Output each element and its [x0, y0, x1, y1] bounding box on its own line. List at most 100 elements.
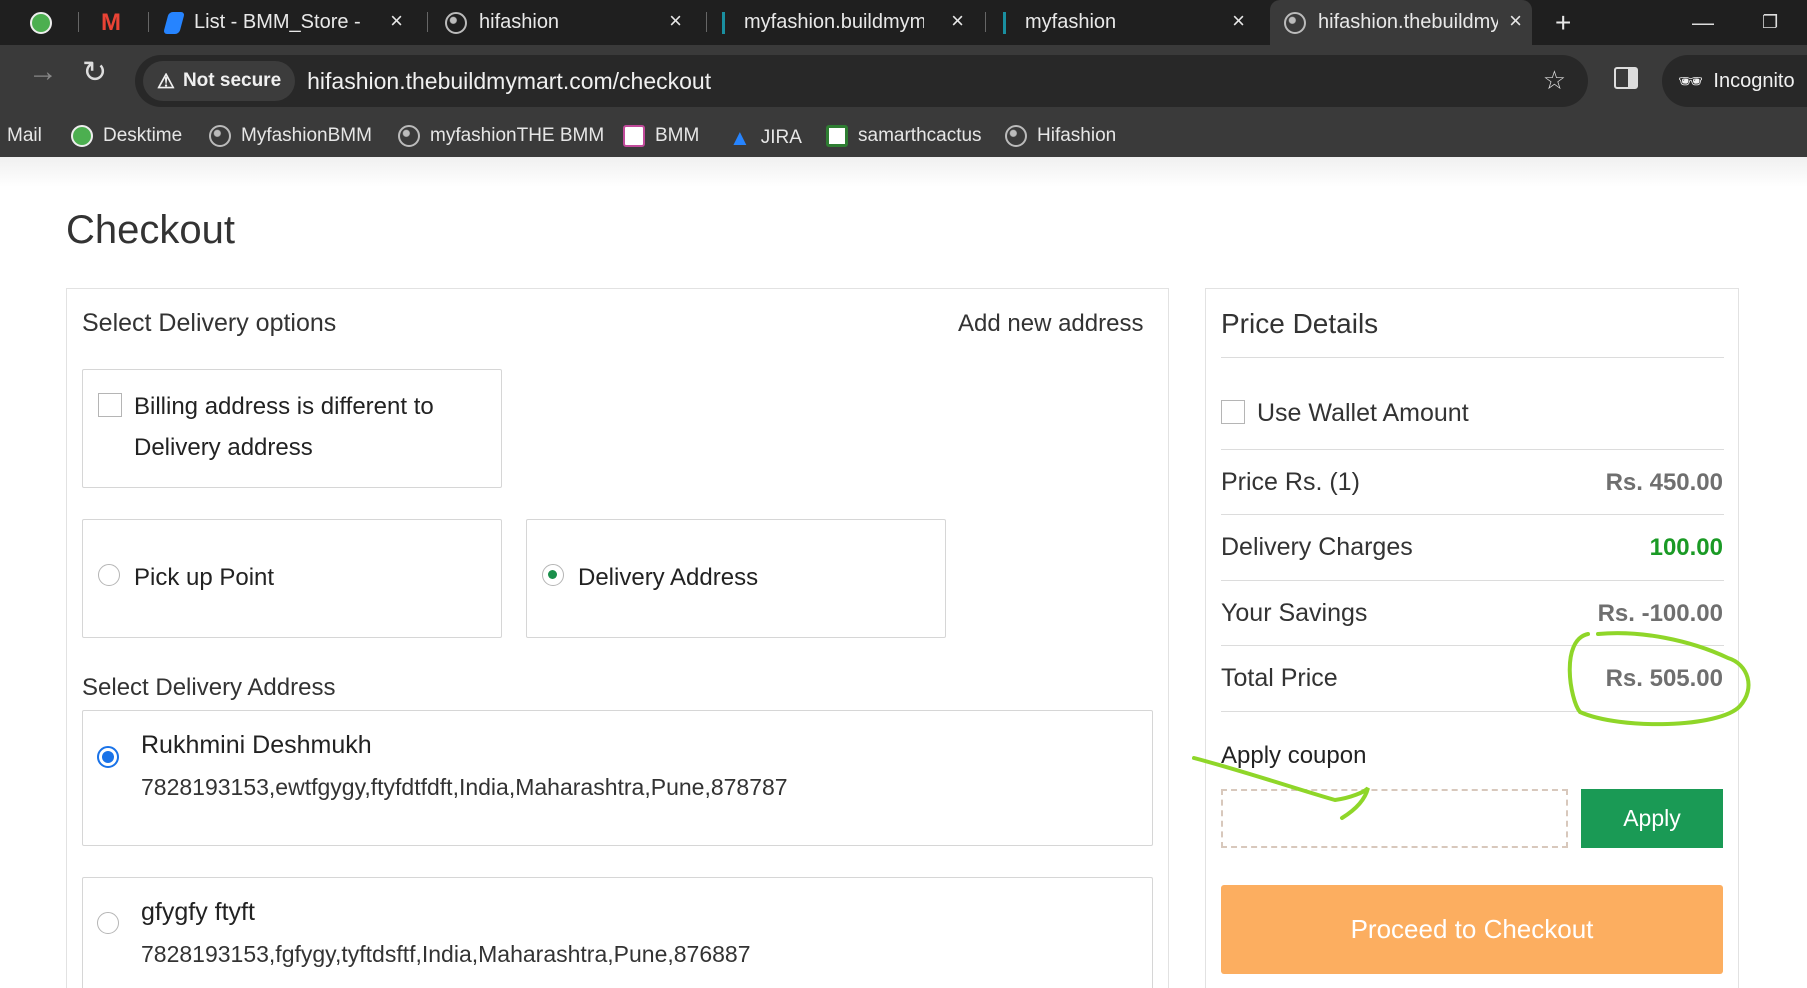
delivery-charges-label: Delivery Charges: [1221, 533, 1413, 561]
address-bar[interactable]: ⚠ Not secure hifashion.thebuildmymart.co…: [135, 55, 1588, 107]
tab-title: List - BMM_Store - Jira: [194, 11, 366, 33]
price-details-title: Price Details: [1221, 308, 1379, 339]
savings-label: Your Savings: [1221, 599, 1368, 627]
divider: [1221, 514, 1724, 515]
use-wallet-label: Use Wallet Amount: [1257, 399, 1469, 427]
apply-coupon-button[interactable]: Apply: [1581, 789, 1723, 848]
browser-tab-strip: M List - BMM_Store - Jira × hifashion × …: [0, 0, 1807, 45]
jira-icon: ▲: [729, 125, 751, 150]
page-title: Checkout: [66, 208, 235, 252]
apply-coupon-label: Apply coupon: [1221, 742, 1367, 769]
tab-hifashion[interactable]: hifashion ×: [445, 0, 690, 45]
bookmark-mail[interactable]: Mail: [7, 125, 42, 147]
myfashion-favicon-icon: [1003, 11, 1013, 34]
desktime-icon: [71, 125, 93, 147]
bookmark-label: Mail: [7, 125, 42, 146]
coupon-input[interactable]: [1221, 789, 1568, 848]
tab-separator: [706, 12, 707, 32]
bookmark-myfashionbmm[interactable]: MyfashionBMM: [209, 125, 372, 147]
address-name: Rukhmini Deshmukh: [141, 731, 372, 759]
cactus-icon: [826, 125, 848, 147]
restore-icon[interactable]: ❐: [1762, 0, 1778, 45]
divider: [1221, 449, 1724, 450]
delivery-charges-value: 100.00: [1649, 534, 1723, 561]
tab-myfashion-buildmymart[interactable]: myfashion.buildmymart ×: [722, 0, 972, 45]
divider: [1221, 357, 1724, 358]
address-details: 7828193153,ewtfgygy,ftyfdtfdft,India,Mah…: [141, 774, 788, 800]
bookmark-label: Hifashion: [1037, 125, 1117, 146]
price-value: Rs. 450.00: [1605, 469, 1723, 496]
address-name: gfygfy ftyft: [141, 898, 255, 926]
tab-myfashion[interactable]: myfashion ×: [1003, 0, 1253, 45]
tab-close-icon[interactable]: ×: [951, 8, 964, 34]
divider: [1221, 580, 1724, 581]
plus-icon: +: [1555, 6, 1572, 38]
tab-title: myfashion: [1025, 11, 1117, 33]
savings-value: Rs. -100.00: [1597, 600, 1723, 627]
security-chip[interactable]: ⚠ Not secure: [143, 61, 296, 101]
browser-toolbar: → ↻ ⚠ Not secure hifashion.thebuildmymar…: [0, 45, 1807, 157]
gmail-favicon-icon: M: [101, 8, 121, 36]
total-price-label: Total Price: [1221, 664, 1338, 692]
tab-pinned-gmail[interactable]: M: [101, 0, 137, 45]
bookmark-jira[interactable]: ▲ JIRA: [729, 125, 802, 151]
bookmark-bmm[interactable]: BMM: [623, 125, 699, 147]
side-panel-icon[interactable]: [1614, 67, 1638, 89]
tab-close-icon[interactable]: ×: [1509, 8, 1522, 34]
globe-icon: [398, 125, 420, 147]
delivery-address-radio[interactable]: [542, 564, 564, 586]
forward-arrow-icon[interactable]: →: [28, 55, 58, 89]
tab-separator: [985, 12, 986, 32]
tab-separator: [78, 12, 79, 32]
price-details-panel: [1205, 288, 1739, 988]
bookmark-myfashion-the-bmm[interactable]: myfashionTHE BMM: [398, 125, 604, 147]
reload-icon[interactable]: ↻: [82, 55, 107, 90]
myfashion-favicon-icon: [722, 11, 732, 34]
billing-label-line1: Billing address is different to: [134, 393, 434, 420]
total-price-value: Rs. 505.00: [1605, 665, 1723, 692]
address-radio[interactable]: [97, 912, 119, 934]
bookmark-label: samarthcactus: [858, 125, 982, 146]
tab-hifashion-active[interactable]: hifashion.thebuildmymart ×: [1270, 0, 1532, 45]
globe-icon: [209, 125, 231, 147]
security-label: Not secure: [182, 70, 282, 91]
new-tab-button[interactable]: +: [1555, 0, 1585, 45]
tab-jira-list[interactable]: List - BMM_Store - Jira ×: [163, 0, 411, 45]
price-label: Price Rs. (1): [1221, 468, 1360, 496]
divider: [1221, 711, 1724, 712]
add-new-address-link[interactable]: Add new address: [958, 310, 1143, 338]
incognito-icon: 🕶: [1678, 70, 1704, 93]
jira-favicon-icon: [163, 11, 185, 34]
incognito-badge[interactable]: 🕶 Incognito: [1662, 55, 1807, 107]
bookmark-label: myfashionTHE BMM: [430, 125, 605, 146]
tab-close-icon[interactable]: ×: [390, 8, 403, 34]
address-radio-selected[interactable]: [97, 746, 119, 768]
minimize-icon[interactable]: —: [1692, 0, 1714, 45]
delivery-options-title: Select Delivery options: [82, 309, 337, 337]
bookmark-samarthcactus[interactable]: samarthcactus: [826, 125, 982, 147]
globe-favicon-icon: [445, 11, 467, 34]
bookmark-star-icon[interactable]: ☆: [1543, 65, 1566, 96]
bookmark-desktime[interactable]: Desktime: [71, 125, 182, 147]
proceed-to-checkout-button[interactable]: Proceed to Checkout: [1221, 885, 1723, 974]
address-card[interactable]: [82, 877, 1153, 988]
pickup-point-radio[interactable]: [98, 564, 120, 586]
use-wallet-checkbox[interactable]: [1221, 400, 1245, 424]
bookmark-hifashion[interactable]: Hifashion: [1005, 125, 1116, 147]
globe-icon: [1005, 125, 1027, 147]
billing-label-line2: Delivery address: [134, 434, 313, 461]
globe-favicon-icon: [1284, 11, 1306, 34]
select-address-title: Select Delivery Address: [82, 674, 336, 701]
tab-title: myfashion.buildmymart: [744, 11, 924, 33]
page-top-shadow: [0, 157, 1807, 187]
tab-pinned-1[interactable]: [30, 0, 66, 45]
tab-close-icon[interactable]: ×: [1232, 8, 1245, 34]
url-text[interactable]: hifashion.thebuildmymart.com/checkout: [307, 68, 711, 95]
tab-separator: [427, 12, 428, 32]
tab-close-icon[interactable]: ×: [669, 8, 682, 34]
desktime-favicon-icon: [30, 11, 52, 34]
billing-different-checkbox[interactable]: [98, 393, 122, 417]
warning-triangle-icon: ⚠: [157, 70, 175, 93]
bookmark-label: JIRA: [760, 127, 802, 148]
bookmark-label: Desktime: [103, 125, 183, 146]
